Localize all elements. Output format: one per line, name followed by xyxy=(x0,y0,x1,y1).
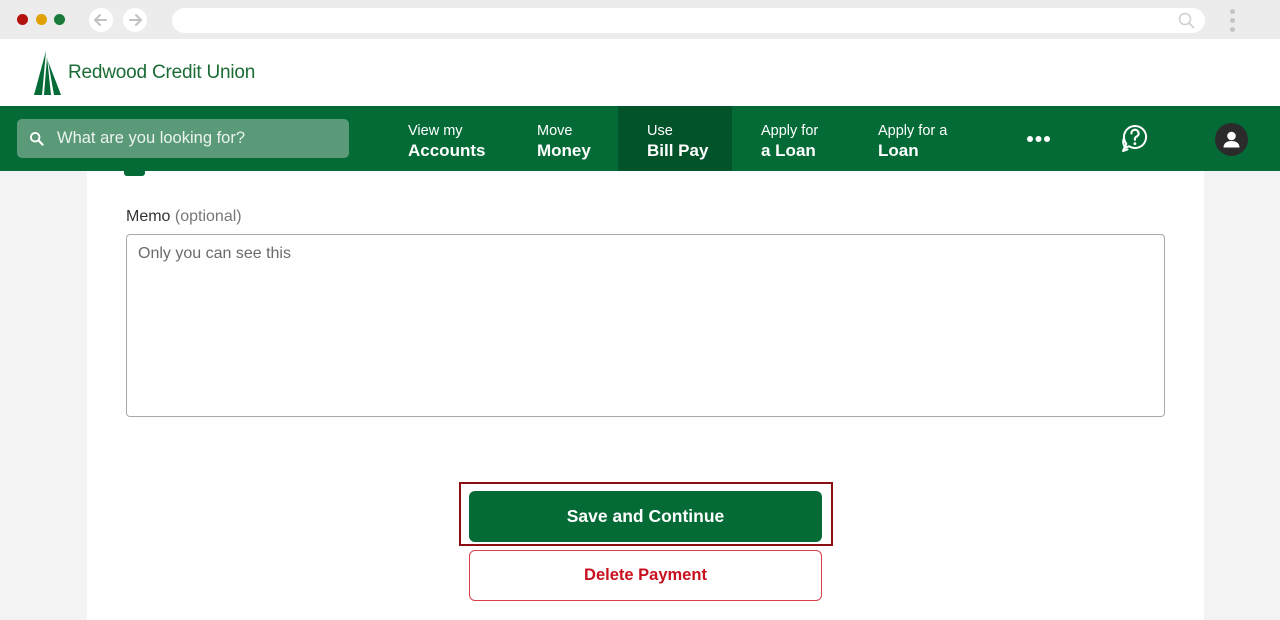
nav-item-label-top: Apply for xyxy=(761,123,819,139)
notify-checkbox[interactable] xyxy=(124,171,145,176)
nav-item-label-top: Use xyxy=(647,123,673,139)
site-search[interactable] xyxy=(17,119,349,158)
memo-textarea[interactable] xyxy=(126,234,1165,417)
search-icon xyxy=(1178,12,1195,29)
arrow-right-icon xyxy=(129,14,142,26)
nav-item-label-bottom: Money xyxy=(537,141,591,160)
nav-item-label-top: Move xyxy=(537,123,573,139)
nav-item-label-bottom: a Loan xyxy=(761,141,816,160)
search-input[interactable] xyxy=(57,119,342,158)
nav-item-bill-pay[interactable]: Use Bill Pay xyxy=(618,106,732,171)
search-icon xyxy=(29,131,44,146)
address-bar[interactable] xyxy=(172,8,1205,33)
browser-chrome xyxy=(0,0,1280,39)
nav-item-label-top: View my xyxy=(408,123,463,139)
main-nav: View my Accounts Move Money Use Bill Pay… xyxy=(0,106,1280,171)
user-avatar-icon[interactable] xyxy=(1215,123,1248,156)
payment-form-panel: Memo (optional) Save and Continue Delete… xyxy=(87,171,1204,620)
nav-item-move-money[interactable]: Move Money xyxy=(521,106,618,171)
nav-item-label-bottom: Accounts xyxy=(408,141,486,160)
browser-menu-icon[interactable] xyxy=(1230,9,1236,33)
person-icon xyxy=(1223,131,1240,148)
brand-name[interactable]: Redwood Credit Union xyxy=(68,62,255,84)
nav-item-accounts[interactable]: View my Accounts xyxy=(392,106,504,171)
memo-label: Memo (optional) xyxy=(126,208,242,226)
notify-label-clipped xyxy=(153,165,373,175)
window-close-dot[interactable] xyxy=(17,14,28,25)
arrow-left-icon xyxy=(94,14,107,26)
memo-optional-hint: (optional) xyxy=(174,208,242,225)
browser-forward-button[interactable] xyxy=(123,8,147,32)
nav-item-label-bottom: Loan xyxy=(878,141,919,160)
window-maximize-dot[interactable] xyxy=(54,14,65,25)
window-minimize-dot[interactable] xyxy=(36,14,47,25)
help-chat-icon[interactable] xyxy=(1118,124,1150,154)
redwood-tree-logo-icon[interactable] xyxy=(34,51,64,97)
more-horizontal-icon[interactable] xyxy=(1024,135,1054,143)
nav-item-label-top: Apply for a xyxy=(878,123,948,139)
nav-item-label-bottom: Bill Pay xyxy=(647,141,709,160)
memo-label-text: Memo xyxy=(126,208,171,225)
save-and-continue-button[interactable]: Save and Continue xyxy=(469,491,822,542)
delete-payment-button[interactable]: Delete Payment xyxy=(469,550,822,601)
browser-back-button[interactable] xyxy=(89,8,113,32)
nav-item-apply-loan[interactable]: Apply for a Loan xyxy=(745,106,855,171)
nav-item-apply-for-a-loan[interactable]: Apply for a Loan xyxy=(862,106,982,171)
site-header: Redwood Credit Union xyxy=(0,39,1280,106)
